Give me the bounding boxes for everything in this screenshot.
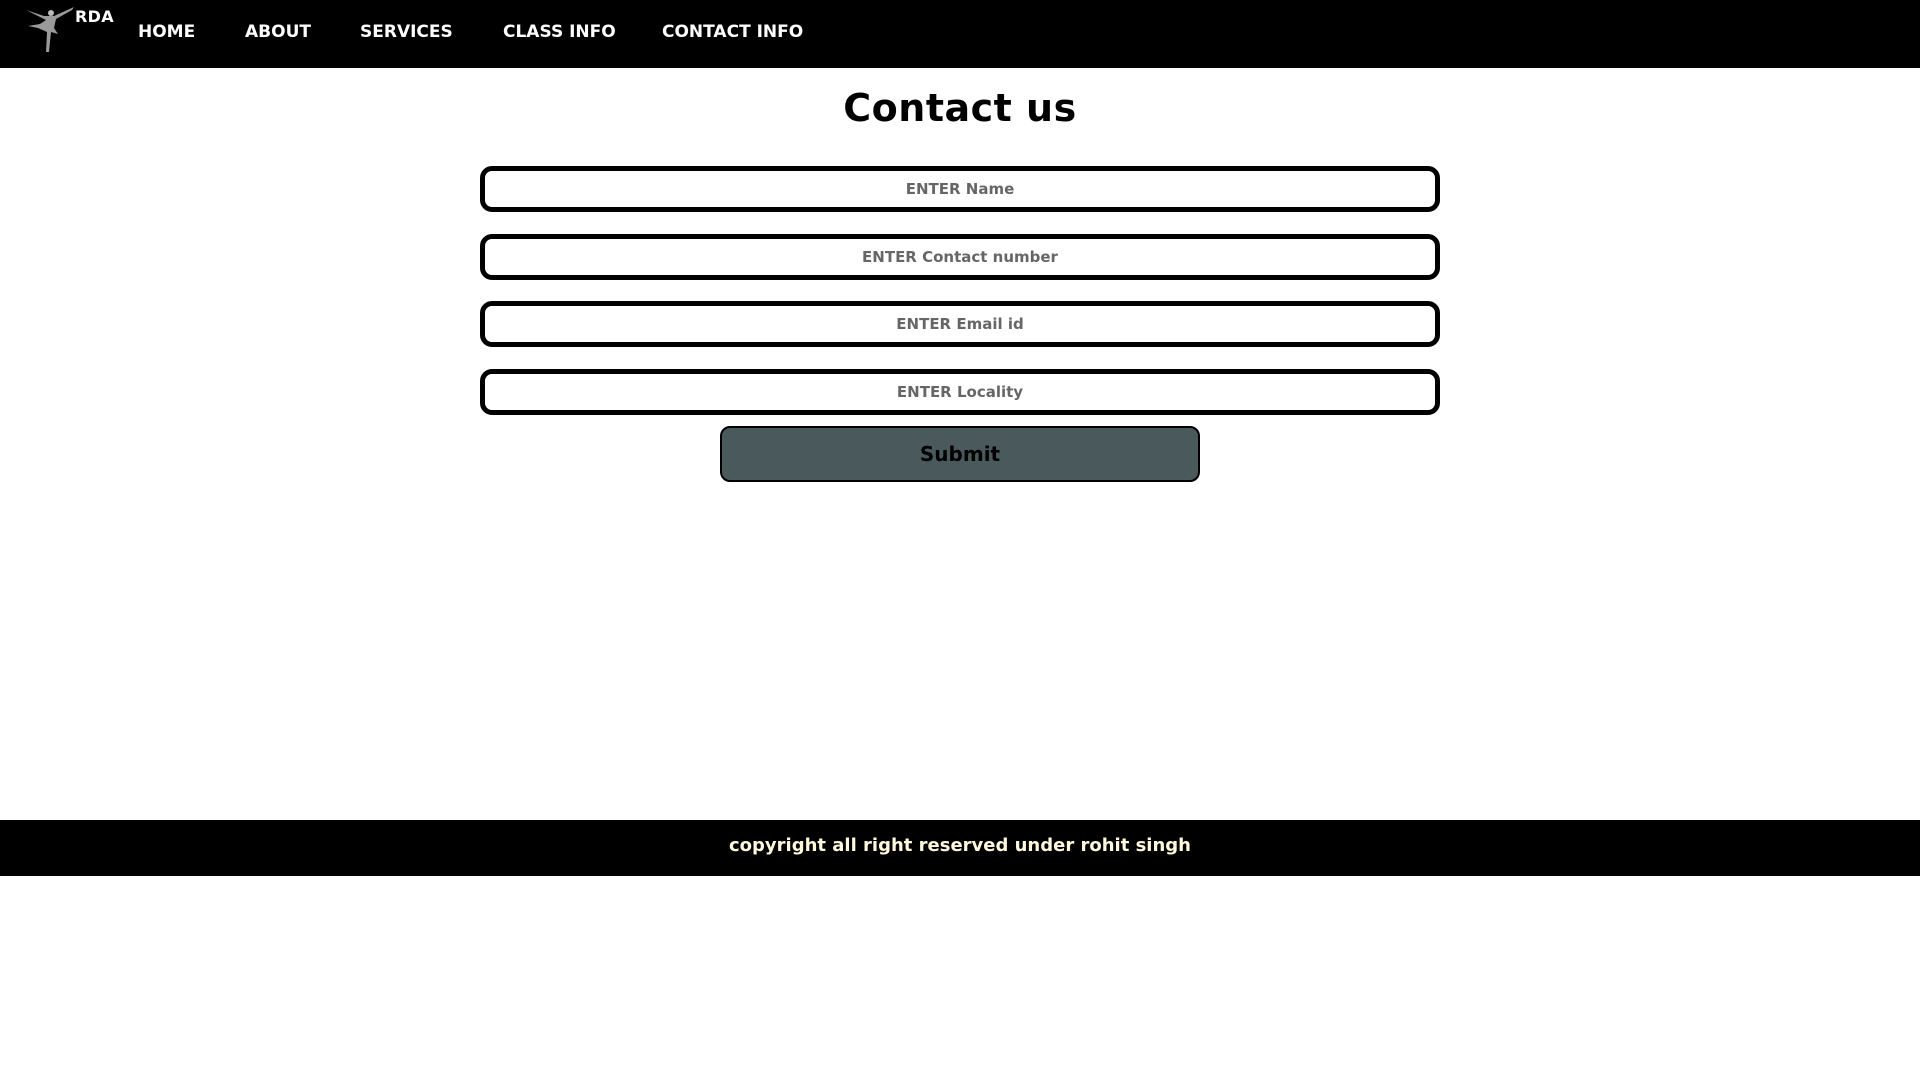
page-title: Contact us	[843, 86, 1077, 130]
navbar: RDA HOME ABOUT SERVICES CLASS INFO CONTA…	[0, 0, 1920, 68]
email-input[interactable]	[480, 301, 1440, 347]
nav-home-link[interactable]: HOME	[138, 22, 195, 42]
brand-name[interactable]: RDA	[75, 7, 114, 26]
nav-about-link[interactable]: ABOUT	[245, 22, 311, 42]
name-input[interactable]	[480, 166, 1440, 212]
ballet-dancer-icon[interactable]	[24, 4, 76, 54]
submit-button[interactable]: Submit	[720, 426, 1200, 482]
nav-contact-info-link[interactable]: CONTACT INFO	[662, 22, 803, 42]
footer: copyright all right reserved under rohit…	[0, 820, 1920, 876]
locality-input[interactable]	[480, 369, 1440, 415]
contact-number-input[interactable]	[480, 234, 1440, 280]
footer-copyright-text: copyright all right reserved under rohit…	[729, 835, 1191, 856]
nav-services-link[interactable]: SERVICES	[360, 22, 453, 42]
nav-class-info-link[interactable]: CLASS INFO	[503, 22, 616, 42]
